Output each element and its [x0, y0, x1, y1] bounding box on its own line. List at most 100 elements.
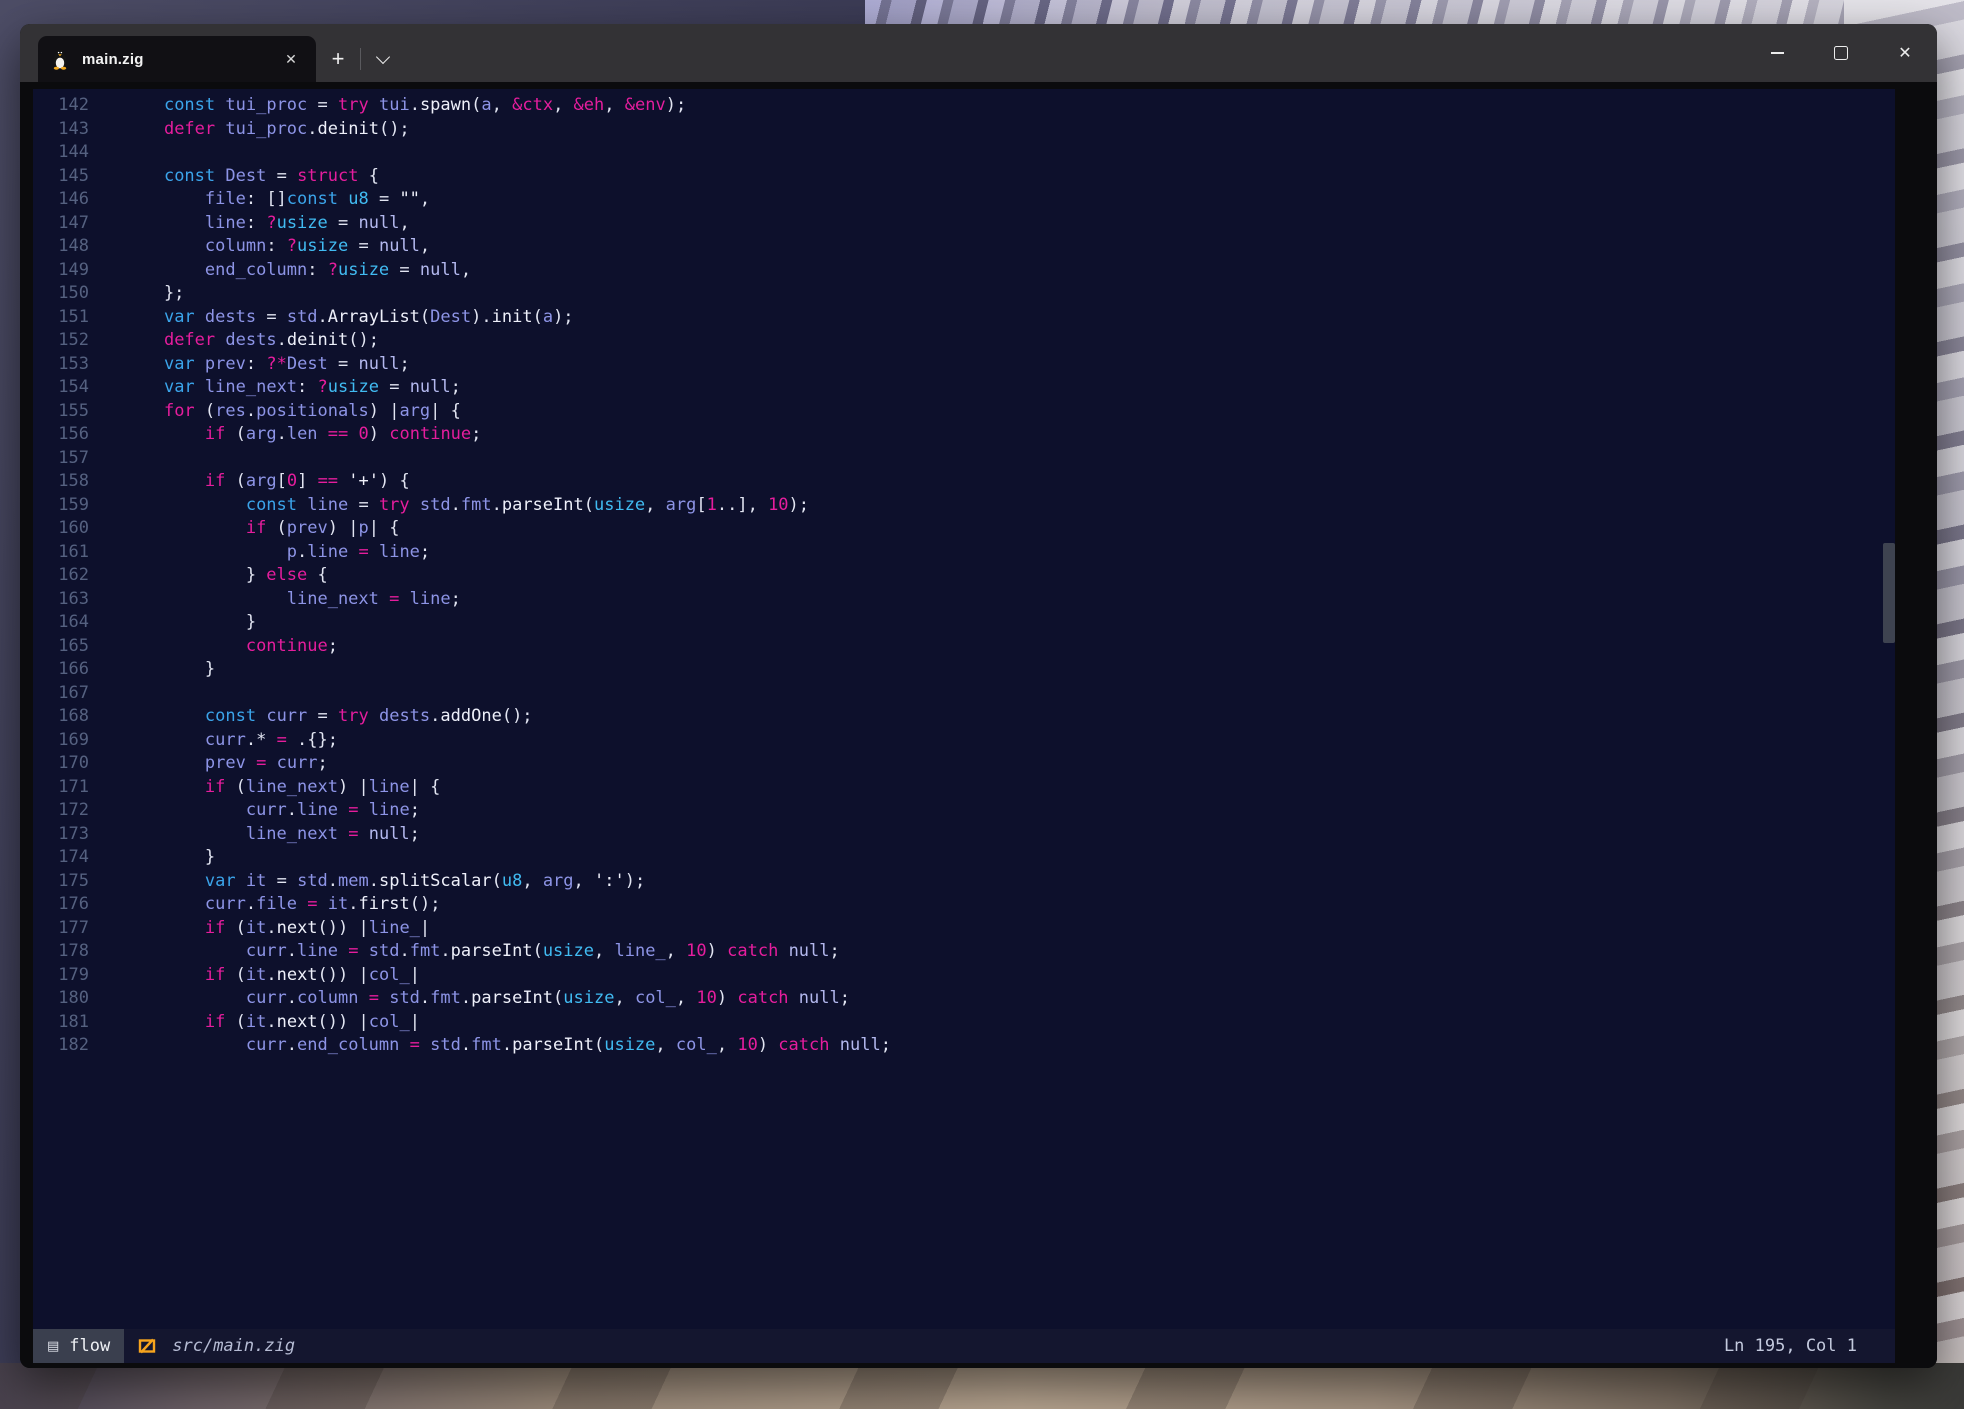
minimize-button[interactable] [1745, 24, 1809, 82]
terminal-content: 142 const tui_proc = try tui.spawn(a, &c… [20, 82, 1937, 1368]
code-text: var prev: ?*Dest = null; [123, 353, 410, 377]
line-number: 162 [33, 564, 89, 588]
code-text: if (it.next()) |col_| [123, 964, 420, 988]
line-number: 150 [33, 282, 89, 306]
desktop: { "window": { "tab": { "title": "main.zi… [0, 0, 1964, 1409]
line-number: 169 [33, 729, 89, 753]
code-line[interactable]: 179 if (it.next()) |col_| [33, 964, 1895, 988]
line-number: 181 [33, 1011, 89, 1035]
zig-logo-icon [138, 1337, 156, 1355]
line-number: 160 [33, 517, 89, 541]
minimize-icon [1771, 52, 1784, 54]
code-line[interactable]: 172 curr.line = line; [33, 799, 1895, 823]
line-number: 159 [33, 494, 89, 518]
document-icon: ▤ [47, 1339, 59, 1354]
editor-area[interactable]: 142 const tui_proc = try tui.spawn(a, &c… [33, 89, 1895, 1363]
code-line[interactable]: 157 [33, 447, 1895, 471]
line-number: 152 [33, 329, 89, 353]
line-number: 172 [33, 799, 89, 823]
code-line[interactable]: 148 column: ?usize = null, [33, 235, 1895, 259]
line-number: 179 [33, 964, 89, 988]
app-menu-chip[interactable]: ▤ flow [33, 1329, 124, 1363]
code-text: } else { [123, 564, 328, 588]
line-number: 175 [33, 870, 89, 894]
scrollbar-thumb[interactable] [1883, 543, 1895, 643]
tab-main-zig[interactable]: main.zig ✕ [38, 36, 316, 82]
code-line[interactable]: 144 [33, 141, 1895, 165]
code-line[interactable]: 177 if (it.next()) |line_| [33, 917, 1895, 941]
tab-close-button[interactable]: ✕ [278, 46, 304, 72]
code-line[interactable]: 143 defer tui_proc.deinit(); [33, 118, 1895, 142]
close-icon: ✕ [1898, 45, 1911, 61]
line-number: 177 [33, 917, 89, 941]
line-number: 147 [33, 212, 89, 236]
code-line[interactable]: 147 line: ?usize = null, [33, 212, 1895, 236]
line-number: 180 [33, 987, 89, 1011]
code-text: if (line_next) |line| { [123, 776, 440, 800]
code-text: if (arg[0] == '+') { [123, 470, 410, 494]
code-line[interactable]: 142 const tui_proc = try tui.spawn(a, &c… [33, 94, 1895, 118]
code-line[interactable]: 156 if (arg.len == 0) continue; [33, 423, 1895, 447]
line-number: 142 [33, 94, 89, 118]
code-line[interactable]: 174 } [33, 846, 1895, 870]
code-line[interactable]: 145 const Dest = struct { [33, 165, 1895, 189]
code-line[interactable]: 169 curr.* = .{}; [33, 729, 1895, 753]
code-line[interactable]: 151 var dests = std.ArrayList(Dest).init… [33, 306, 1895, 330]
code-line[interactable]: 170 prev = curr; [33, 752, 1895, 776]
file-path[interactable]: src/main.zig [172, 1336, 295, 1356]
code-line[interactable]: 164 } [33, 611, 1895, 635]
maximize-button[interactable] [1809, 24, 1873, 82]
code-line[interactable]: 159 const line = try std.fmt.parseInt(us… [33, 494, 1895, 518]
code-line[interactable]: 167 [33, 682, 1895, 706]
code-line[interactable]: 180 curr.column = std.fmt.parseInt(usize… [33, 987, 1895, 1011]
code-line[interactable]: 160 if (prev) |p| { [33, 517, 1895, 541]
code-line[interactable]: 175 var it = std.mem.splitScalar(u8, arg… [33, 870, 1895, 894]
code-line[interactable]: 162 } else { [33, 564, 1895, 588]
code-line[interactable]: 146 file: []const u8 = "", [33, 188, 1895, 212]
wallpaper-statue-bottom [0, 1363, 1964, 1409]
line-number: 155 [33, 400, 89, 424]
code-text: } [123, 846, 215, 870]
code-text: p.line = line; [123, 541, 430, 565]
code-line[interactable]: 163 line_next = line; [33, 588, 1895, 612]
code-line[interactable]: 158 if (arg[0] == '+') { [33, 470, 1895, 494]
code-line[interactable]: 153 var prev: ?*Dest = null; [33, 353, 1895, 377]
line-number: 173 [33, 823, 89, 847]
code-text: defer dests.deinit(); [123, 329, 379, 353]
tab-dropdown-button[interactable] [361, 39, 405, 79]
code-line[interactable]: 182 curr.end_column = std.fmt.parseInt(u… [33, 1034, 1895, 1058]
code-text: continue; [123, 635, 338, 659]
code-text: const tui_proc = try tui.spawn(a, &ctx, … [123, 94, 686, 118]
code-text: for (res.positionals) |arg| { [123, 400, 461, 424]
code-line[interactable]: 165 continue; [33, 635, 1895, 659]
line-number: 165 [33, 635, 89, 659]
code-line[interactable]: 150 }; [33, 282, 1895, 306]
new-tab-button[interactable]: + [316, 39, 360, 79]
code-line[interactable]: 178 curr.line = std.fmt.parseInt(usize, … [33, 940, 1895, 964]
app-name: flow [69, 1336, 110, 1356]
code-line[interactable]: 171 if (line_next) |line| { [33, 776, 1895, 800]
code-line[interactable]: 176 curr.file = it.first(); [33, 893, 1895, 917]
code-line[interactable]: 168 const curr = try dests.addOne(); [33, 705, 1895, 729]
code-line[interactable]: 166 } [33, 658, 1895, 682]
code-view[interactable]: 142 const tui_proc = try tui.spawn(a, &c… [33, 94, 1895, 1058]
line-number: 163 [33, 588, 89, 612]
tux-penguin-icon [50, 48, 70, 70]
close-button[interactable]: ✕ [1873, 24, 1937, 82]
status-bar: ▤ flow src/main.zig Ln 195, Col 1 [33, 1329, 1895, 1363]
code-line[interactable]: 152 defer dests.deinit(); [33, 329, 1895, 353]
code-line[interactable]: 161 p.line = line; [33, 541, 1895, 565]
code-text: line_next = line; [123, 588, 461, 612]
titlebar[interactable]: main.zig ✕ + ✕ [20, 24, 1937, 82]
code-line[interactable]: 154 var line_next: ?usize = null; [33, 376, 1895, 400]
code-text: defer tui_proc.deinit(); [123, 118, 410, 142]
code-line[interactable]: 181 if (it.next()) |col_| [33, 1011, 1895, 1035]
code-line[interactable]: 149 end_column: ?usize = null, [33, 259, 1895, 283]
line-number: 171 [33, 776, 89, 800]
code-line[interactable]: 155 for (res.positionals) |arg| { [33, 400, 1895, 424]
code-text: var dests = std.ArrayList(Dest).init(a); [123, 306, 574, 330]
code-text: var line_next: ?usize = null; [123, 376, 461, 400]
chevron-down-icon [376, 49, 390, 63]
code-text: if (arg.len == 0) continue; [123, 423, 481, 447]
code-line[interactable]: 173 line_next = null; [33, 823, 1895, 847]
